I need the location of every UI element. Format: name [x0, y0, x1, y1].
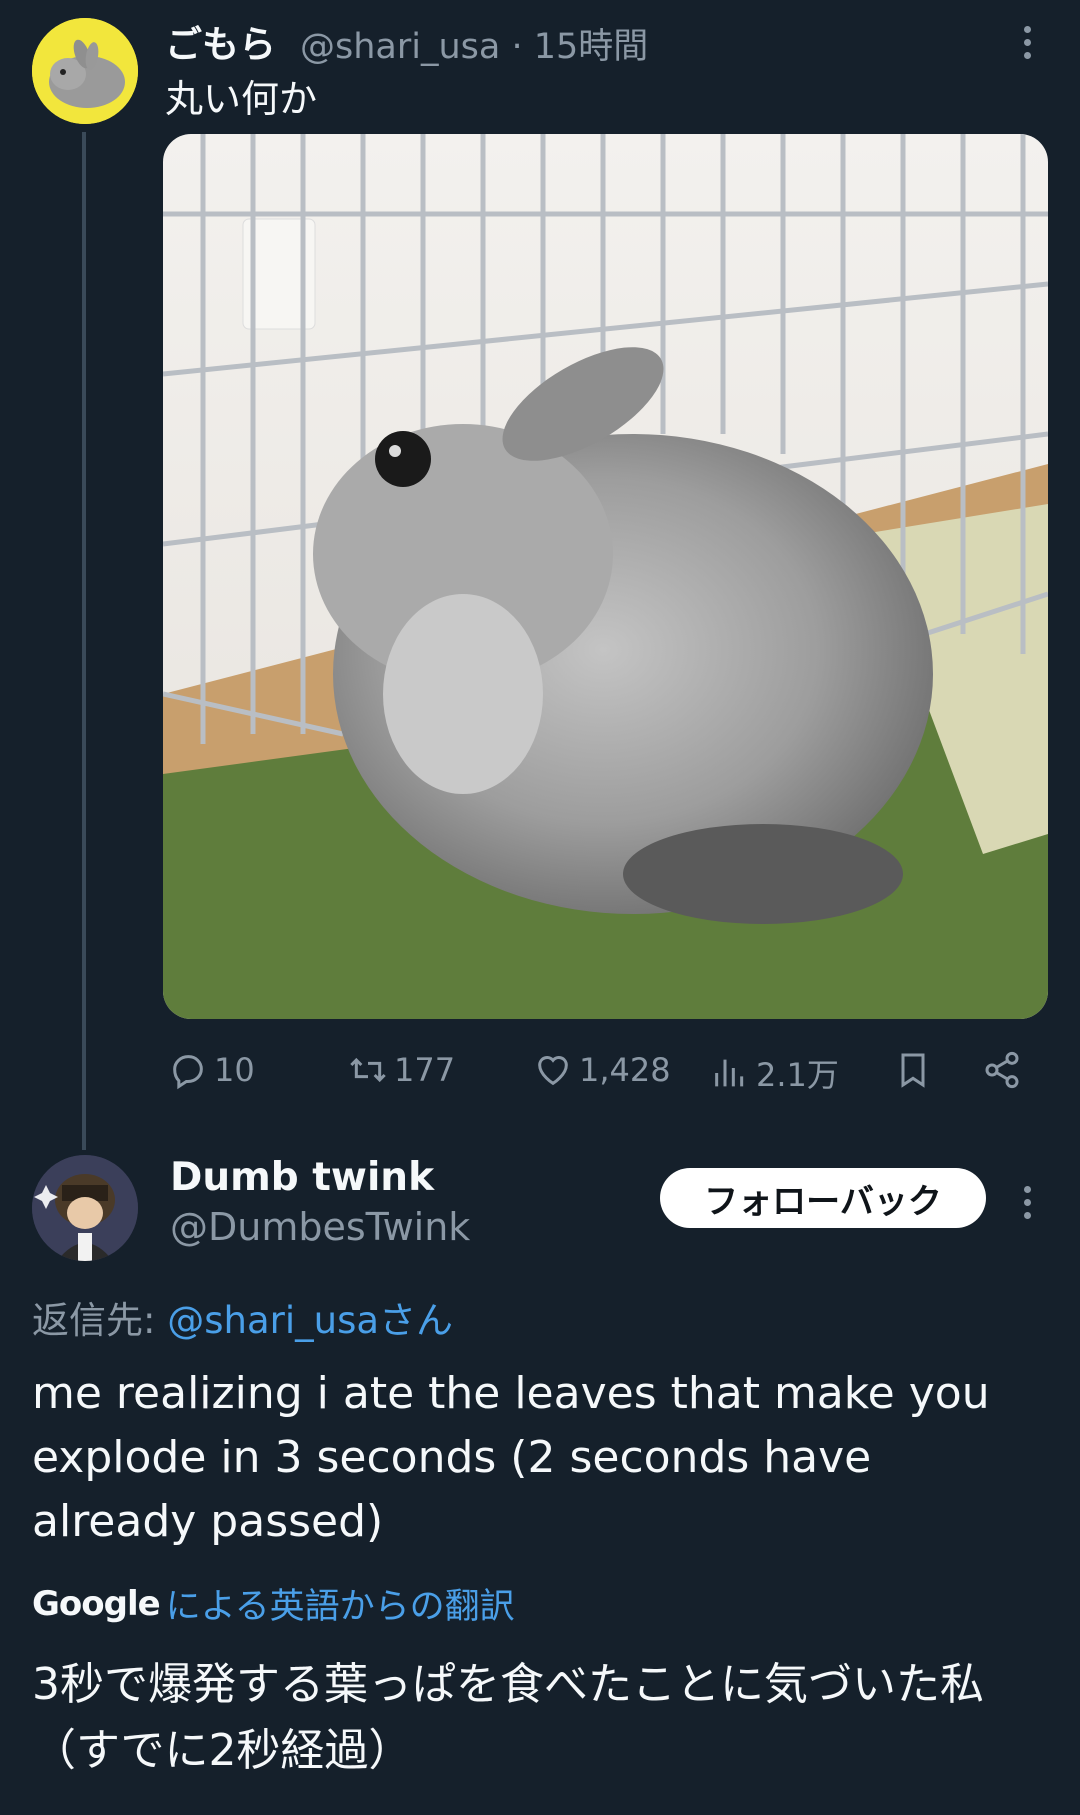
reply-to-line: 返信先: @shari_usaさん — [32, 1290, 453, 1344]
follow-back-button[interactable]: フォローバック — [660, 1168, 986, 1228]
tweet-text: 丸い何か — [165, 77, 318, 121]
bookmark-icon — [901, 1053, 925, 1088]
translation-label[interactable]: による英語からの翻訳 — [166, 1578, 515, 1629]
reply-button[interactable]: 10 — [168, 1050, 255, 1090]
views-count: 2.1万 — [756, 1056, 839, 1094]
views-icon — [715, 1059, 744, 1087]
rabbit-photo — [163, 134, 1048, 1019]
author-handle-time[interactable]: @shari_usa · 15時間 — [300, 18, 648, 69]
reply-text: me realizing i ate the leaves that make … — [32, 1368, 990, 1547]
thread-line — [82, 132, 86, 1150]
share-button[interactable] — [982, 1050, 1022, 1090]
translation-attribution[interactable]: Google による英語からの翻訳 — [32, 1578, 515, 1629]
reply-count: 10 — [214, 1051, 255, 1089]
reply-to-prefix: 返信先: — [32, 1299, 168, 1342]
reply-icon — [173, 1055, 203, 1090]
retweet-count: 177 — [394, 1051, 456, 1089]
reply-author-name[interactable]: Dumb twink — [170, 1155, 434, 1200]
rabbit-avatar-image — [32, 18, 138, 124]
views-button[interactable]: 2.1万 — [710, 1050, 839, 1096]
author-name[interactable]: ごもら — [165, 14, 276, 68]
like-icon — [538, 1056, 568, 1086]
google-logo-text: Google — [32, 1583, 161, 1624]
more-icon[interactable] — [1012, 20, 1042, 70]
share-icon — [985, 1051, 1019, 1089]
bookmark-button[interactable] — [893, 1050, 933, 1090]
retweet-button[interactable]: 177 — [348, 1050, 455, 1090]
like-count: 1,428 — [579, 1051, 671, 1089]
like-button[interactable]: 1,428 — [533, 1050, 671, 1090]
author-avatar[interactable] — [32, 18, 138, 124]
tweet-photo[interactable] — [163, 134, 1048, 1019]
translated-text: 3秒で爆発する葉っぱを食べたことに気づいた私（すでに2秒経過） — [32, 1659, 984, 1776]
retweet-icon — [350, 1057, 386, 1083]
reply-author-handle[interactable]: @DumbesTwink — [170, 1205, 470, 1249]
reply-author-avatar[interactable] — [32, 1155, 138, 1261]
reply-to-handle-link[interactable]: @shari_usaさん — [167, 1299, 453, 1342]
anime-avatar-image — [32, 1155, 138, 1261]
reply-more-icon[interactable] — [1012, 1180, 1042, 1230]
